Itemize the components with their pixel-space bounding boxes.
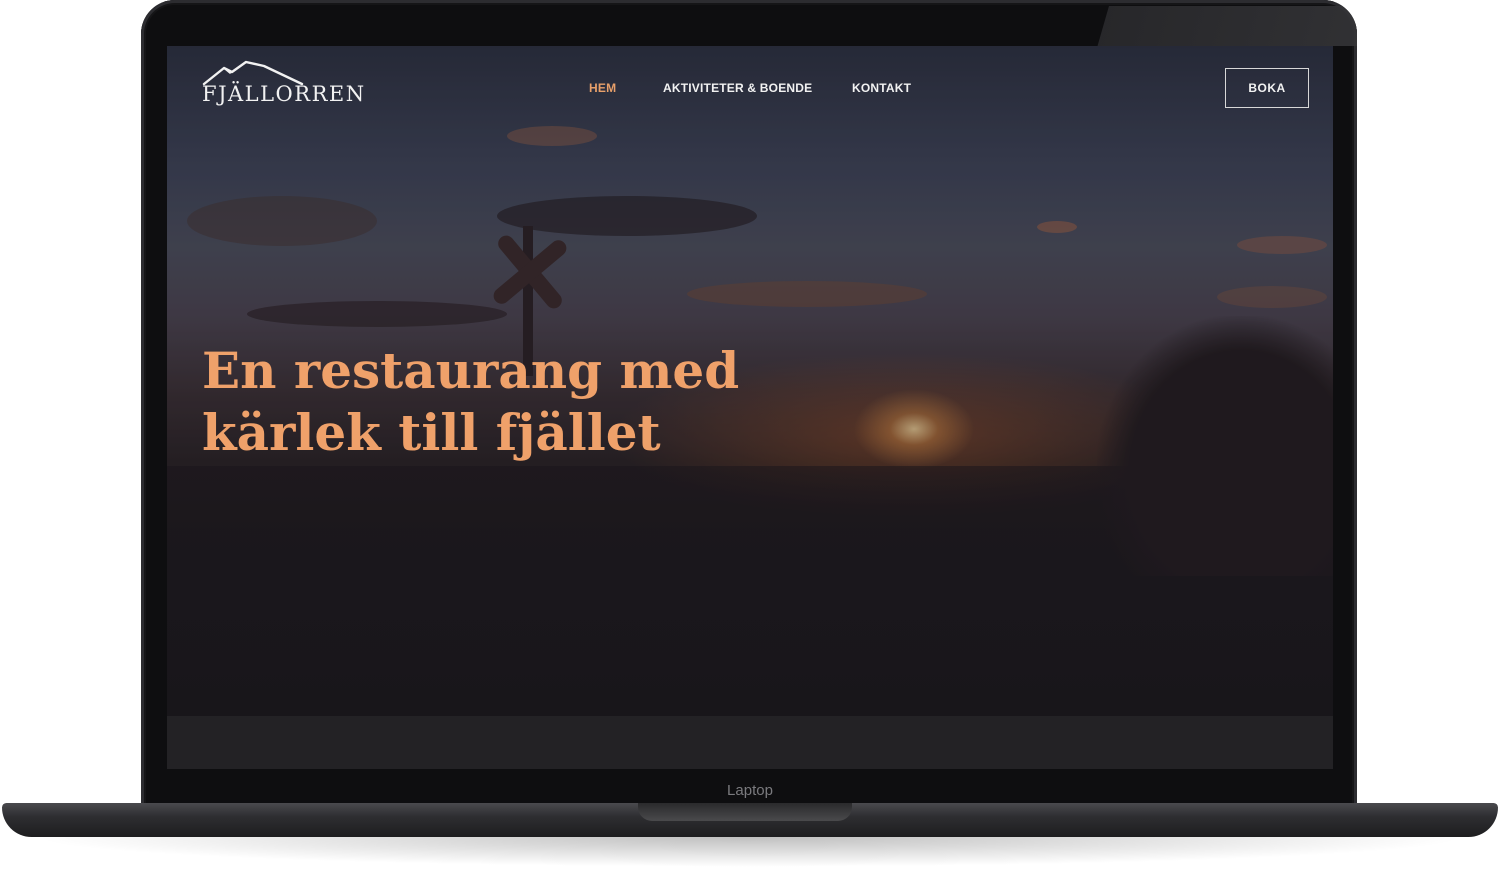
laptop-shadow <box>30 837 1470 867</box>
nav-item-aktiviteter-boende[interactable]: AKTIVITETER & BOENDE <box>663 81 812 95</box>
hero-headline-line2: kärlek till fjället <box>202 403 661 462</box>
main-nav: HEM AKTIVITETER & BOENDE KONTAKT <box>167 81 1333 101</box>
nav-item-hem[interactable]: HEM <box>589 81 616 95</box>
laptop-screen: FJÄLLORREN HEM AKTIVITETER & BOENDE KONT… <box>167 46 1333 769</box>
device-label: Laptop <box>727 782 773 799</box>
hero-section: FJÄLLORREN HEM AKTIVITETER & BOENDE KONT… <box>167 46 1333 716</box>
laptop-notch <box>638 803 852 821</box>
hero-headline: En restaurang med kärlek till fjället <box>202 340 822 464</box>
laptop-mockup: FJÄLLORREN HEM AKTIVITETER & BOENDE KONT… <box>0 0 1500 890</box>
nav-item-kontakt[interactable]: KONTAKT <box>852 81 911 95</box>
hero-headline-line1: En restaurang med <box>202 341 740 400</box>
book-button[interactable]: BOKA <box>1225 68 1309 108</box>
lid-glare <box>1097 6 1357 46</box>
footer-strip <box>167 716 1333 769</box>
